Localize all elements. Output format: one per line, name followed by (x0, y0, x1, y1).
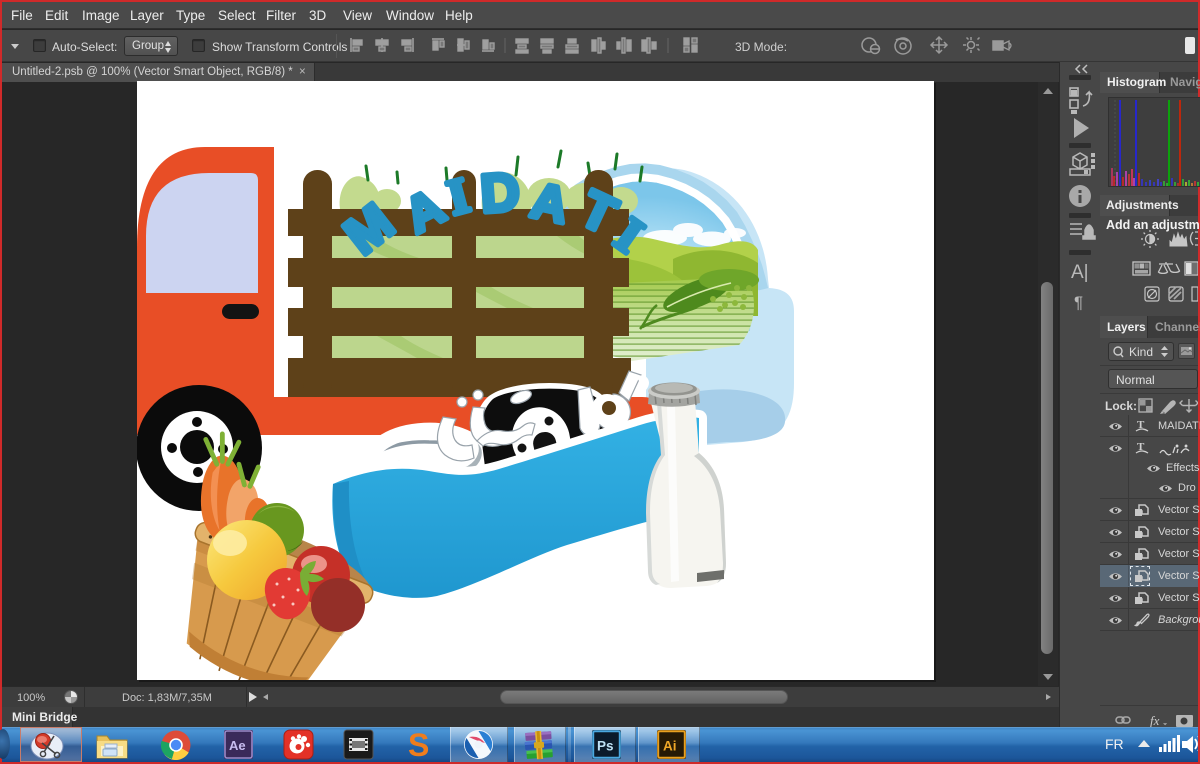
svg-text:Ai: Ai (663, 739, 677, 754)
svg-text:D: D (479, 162, 522, 225)
svg-text:S: S (408, 727, 429, 762)
svg-text:A|: A| (1071, 262, 1089, 283)
svg-text:¶: ¶ (1074, 293, 1083, 312)
svg-text:fx: fx (1150, 713, 1160, 728)
svg-text:FR: FR (1105, 736, 1124, 752)
svg-text:Ae: Ae (229, 738, 246, 753)
svg-text:Ps: Ps (597, 739, 614, 754)
